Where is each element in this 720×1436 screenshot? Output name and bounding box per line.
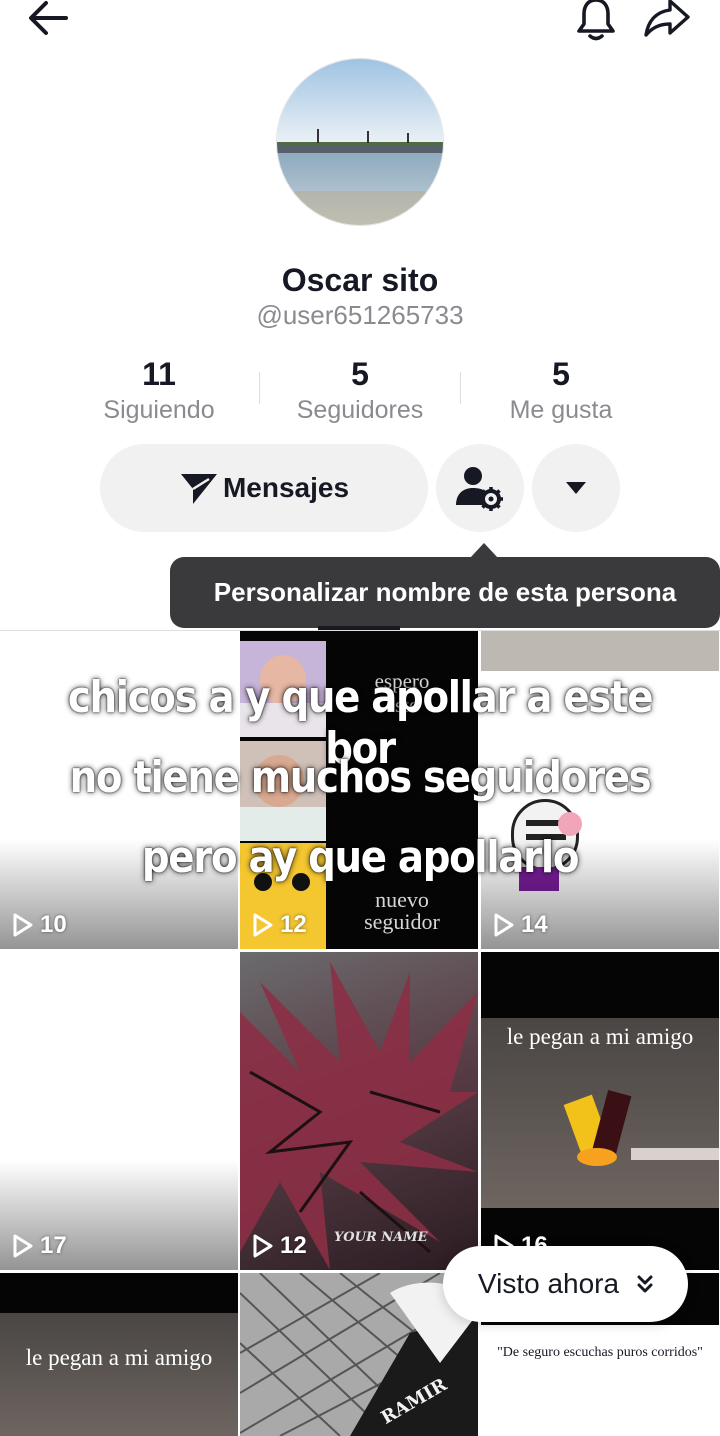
profile-handle: @user651265733 [256, 300, 464, 330]
play-icon [13, 913, 33, 937]
video-tile-6[interactable]: le pegan a mi amigo 16 [481, 952, 719, 1270]
seen-now-button[interactable]: Visto ahora [443, 1246, 688, 1322]
view-count: 12 [252, 1232, 307, 1260]
more-options-dropdown[interactable] [532, 444, 620, 532]
video-tile-7[interactable]: le pegan a mi amigo [0, 1273, 238, 1436]
share-arrow-icon [644, 0, 690, 37]
caret-down-icon [566, 482, 586, 494]
stat-followers[interactable]: 5 Seguidores [260, 355, 460, 427]
overlay-caption-line-3: pero ay que apollarlo [141, 832, 580, 883]
followers-label: Seguidores [296, 396, 424, 424]
followers-count: 5 [351, 356, 369, 392]
football-net-image [240, 1273, 478, 1436]
video-caption: le pegan a mi amigo [506, 1024, 694, 1049]
share-button[interactable] [640, 0, 694, 40]
view-count-text: 12 [280, 911, 307, 938]
arrow-left-icon [29, 1, 68, 35]
view-count-text: 14 [521, 911, 548, 938]
play-icon [253, 1234, 273, 1258]
customize-name-tooltip[interactable]: Personalizar nombre de esta persona [170, 557, 720, 628]
video-tile-8[interactable]: RAMIR [240, 1273, 478, 1436]
tooltip-arrow [470, 543, 498, 558]
profile-avatar[interactable] [276, 58, 444, 226]
following-count: 11 [142, 356, 176, 392]
tile-top-band [481, 631, 719, 671]
double-chevron-down-icon [637, 1275, 653, 1293]
play-icon [13, 1234, 33, 1258]
seen-now-label: Visto ahora [477, 1268, 620, 1299]
view-count-text: 10 [40, 911, 67, 938]
play-icon [494, 913, 514, 937]
notification-bell-button[interactable] [570, 0, 622, 44]
view-count: 12 [252, 911, 307, 939]
following-label: Siguiendo [103, 396, 215, 424]
back-button[interactable] [22, 0, 74, 40]
likes-label: Me gusta [509, 396, 613, 424]
view-count-text: 17 [40, 1232, 67, 1259]
video-caption: le pegan a mi amigo [25, 1345, 213, 1370]
messages-button[interactable]: Mensajes [100, 444, 428, 532]
stat-likes[interactable]: 5 Me gusta [461, 355, 661, 427]
top-bar [0, 0, 720, 50]
view-count: 17 [12, 1232, 67, 1260]
send-icon [180, 474, 217, 504]
caption-bottom-2: seguidor [364, 909, 440, 934]
overlay-caption-line-2: no tiene muchos seguidores [69, 752, 652, 803]
video-tile-5[interactable]: YOUR NAME 12 [240, 952, 478, 1270]
video-tile-4[interactable]: 17 [0, 952, 238, 1270]
fight-scene-image [0, 1313, 238, 1436]
view-count-text: 12 [280, 1232, 307, 1259]
lake-landscape-image [277, 59, 443, 225]
video-watermark: YOUR NAME [334, 1230, 428, 1245]
video-caption: "De seguro escuchas puros corridos" [497, 1345, 703, 1360]
anime-spiky-hair-image [240, 962, 478, 1270]
stat-following[interactable]: 11 Siguiendo [59, 355, 259, 427]
messages-label: Mensajes [222, 472, 350, 503]
profile-name: Oscar sito [281, 262, 439, 298]
bell-icon [577, 0, 615, 41]
play-icon [253, 913, 273, 937]
customize-name-button[interactable] [436, 444, 524, 532]
view-count: 10 [12, 911, 67, 939]
person-settings-icon [456, 467, 503, 511]
likes-count: 5 [552, 356, 570, 392]
view-count: 14 [493, 911, 548, 939]
